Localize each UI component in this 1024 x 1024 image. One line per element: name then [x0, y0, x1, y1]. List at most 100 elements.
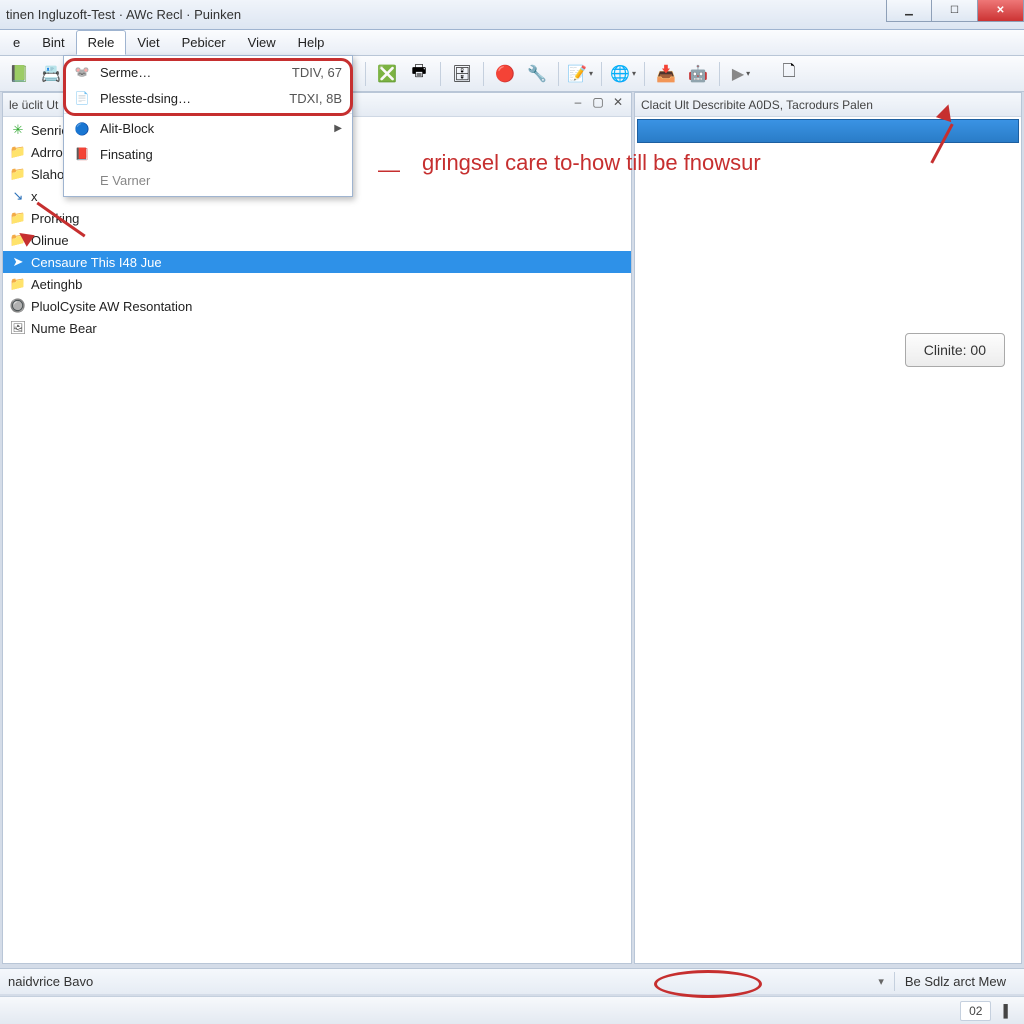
tb-icon-record[interactable]: 🔴: [490, 60, 520, 88]
menubar: e Bint Rele Viet Pebicer View Help: [0, 30, 1024, 56]
play-icon: ▶: [732, 64, 744, 84]
rele-dropdown: 🐭 Serme… TDIV, 67 📄 Plesste-dsing… TDXI,…: [63, 55, 353, 197]
statusbar: naidvrice Bavo ▾ Be Sdlz arct Mew: [0, 968, 1024, 994]
maximize-button[interactable]: [932, 0, 978, 22]
sysbar: 02 ▌: [0, 996, 1024, 1024]
chevron-down-icon: ▾: [632, 69, 636, 78]
tb-icon-archive[interactable]: 🗄: [447, 60, 477, 88]
tree-label: Nume Bear: [31, 321, 97, 336]
tree-item-pluolcysite[interactable]: 🔘 PluolCysite AW Resontation: [3, 295, 631, 317]
status-left-text: naidvrice Bavo: [8, 974, 93, 989]
book-icon: 📗: [9, 64, 29, 84]
folder-icon: 📁: [9, 166, 27, 182]
page-icon: 📄: [72, 90, 92, 106]
tree-label: Aetinghb: [31, 277, 82, 292]
chevron-down-icon: ▾: [589, 69, 593, 78]
tree-item-aetinghb[interactable]: 📁 Aetinghb: [3, 273, 631, 295]
dd-label: Alit-Block: [100, 121, 324, 136]
arrow-icon: ↘: [9, 188, 27, 204]
right-pane-title: Clacit Ult Describite A0DS, Tacrodurs Pa…: [641, 98, 873, 112]
menu-e[interactable]: e: [2, 30, 31, 55]
tree-label: PluolCysite AW Resontation: [31, 299, 192, 314]
menu-bint[interactable]: Bint: [31, 30, 75, 55]
dd-serme[interactable]: 🐭 Serme… TDIV, 67: [64, 59, 352, 85]
tb-icon-play[interactable]: ▶▾: [726, 60, 756, 88]
dd-shortcut: TDIV, 67: [292, 65, 342, 80]
note-icon: 📝: [567, 64, 587, 84]
toolbar-separator: [719, 62, 720, 86]
tb-icon-android[interactable]: 🤖: [683, 60, 713, 88]
dd-finsating[interactable]: 📕 Finsating: [64, 141, 352, 167]
disc-icon: 🔘: [9, 298, 27, 314]
menu-viet[interactable]: Viet: [126, 30, 170, 55]
toolbar-separator: [365, 62, 366, 86]
dd-label: Finsating: [100, 147, 342, 162]
dd-label: Plesste-dsing…: [100, 91, 271, 106]
tb-icon-note[interactable]: 📝▾: [565, 60, 595, 88]
tb-icon-newdoc[interactable]: 🗋: [774, 60, 804, 88]
folder-icon: 📁: [9, 232, 27, 248]
tree-item-numebear[interactable]: 🖼 Nume Bear: [3, 317, 631, 339]
dd-plesste[interactable]: 📄 Plesste-dsing… TDXI, 8B: [64, 85, 352, 111]
tb-icon-download[interactable]: 📥: [651, 60, 681, 88]
menu-view[interactable]: View: [237, 30, 287, 55]
tb-icon-1[interactable]: 📗: [4, 60, 34, 88]
left-pane-title: le üclit Ut: [9, 98, 58, 112]
archive-icon: 🗄: [452, 64, 472, 84]
sysbar-icon: ▌: [1003, 1004, 1012, 1018]
x-circle-icon: ❎: [377, 64, 397, 84]
window-controls: [886, 0, 1024, 22]
tree-label: Censaure This I48 Jue: [31, 255, 162, 270]
card-icon: 📇: [41, 64, 61, 84]
counter-button[interactable]: Clinite: 00: [905, 333, 1005, 367]
pane-max-icon[interactable]: ▢: [589, 95, 607, 109]
tree-item-prorking[interactable]: 📁 Prorking: [3, 207, 631, 229]
toolbar-separator: [483, 62, 484, 86]
dd-label: E Varner: [100, 173, 342, 188]
pane-min-icon[interactable]: –: [569, 95, 587, 109]
blank-icon: [72, 172, 92, 188]
minimize-button[interactable]: [886, 0, 932, 22]
folder-icon: 📁: [9, 144, 27, 160]
menu-help[interactable]: Help: [287, 30, 336, 55]
dd-evarner[interactable]: E Varner: [64, 167, 352, 193]
tb-icon-print[interactable]: 🖶: [404, 60, 434, 88]
status-min-icon[interactable]: ▾: [878, 975, 884, 988]
info-icon: 🔵: [72, 121, 92, 137]
tb-icon-x[interactable]: ❎: [372, 60, 402, 88]
dd-shortcut: TDXI, 8B: [289, 91, 342, 106]
menu-rele[interactable]: Rele: [76, 30, 127, 55]
tree-label: Prorking: [31, 211, 79, 226]
left-pane: le üclit Ut – ▢ ✕ ✳Senries 📁Adrros 📁Slah…: [2, 92, 632, 964]
dd-alitblock[interactable]: 🔵 Alit-Block ▶: [64, 113, 352, 141]
sysbar-number: 02: [960, 1001, 991, 1021]
android-icon: 🤖: [688, 64, 708, 84]
red-dot-icon: 🔴: [495, 64, 515, 84]
refresh-icon: 🌐: [610, 64, 630, 84]
folder-icon: 📁: [9, 276, 27, 292]
titlebar: tinen Ingluzoft-Test · AWc Recl · Puinke…: [0, 0, 1024, 30]
window-title: tinen Ingluzoft-Test · AWc Recl · Puinke…: [6, 7, 241, 22]
document-icon: 🗋: [783, 60, 796, 87]
download-icon: 📥: [656, 64, 676, 84]
folder-icon: 📁: [9, 210, 27, 226]
image-icon: 🖼: [9, 320, 27, 336]
tree-item-olinue[interactable]: 📁 Olinue: [3, 229, 631, 251]
toolbar-separator: [601, 62, 602, 86]
right-pane: Clacit Ult Describite A0DS, Tacrodurs Pa…: [634, 92, 1022, 964]
tb-icon-refresh[interactable]: 🌐▾: [608, 60, 638, 88]
right-pane-tab[interactable]: [637, 119, 1019, 143]
right-pane-header: Clacit Ult Describite A0DS, Tacrodurs Pa…: [635, 93, 1021, 117]
wrench-icon: 🔧: [527, 64, 547, 84]
printer-icon: 🖶: [411, 60, 426, 87]
close-button[interactable]: [978, 0, 1024, 22]
tree-item-censaure[interactable]: ➤ Censaure This I48 Jue: [3, 251, 631, 273]
pointer-icon: ➤: [9, 254, 27, 270]
tb-icon-2[interactable]: 📇: [36, 60, 66, 88]
tb-icon-tool[interactable]: 🔧: [522, 60, 552, 88]
toolbar-separator: [440, 62, 441, 86]
pane-close-icon[interactable]: ✕: [609, 95, 627, 109]
mouse-icon: 🐭: [72, 64, 92, 80]
menu-pebicer[interactable]: Pebicer: [171, 30, 237, 55]
tree-label: Olinue: [31, 233, 69, 248]
